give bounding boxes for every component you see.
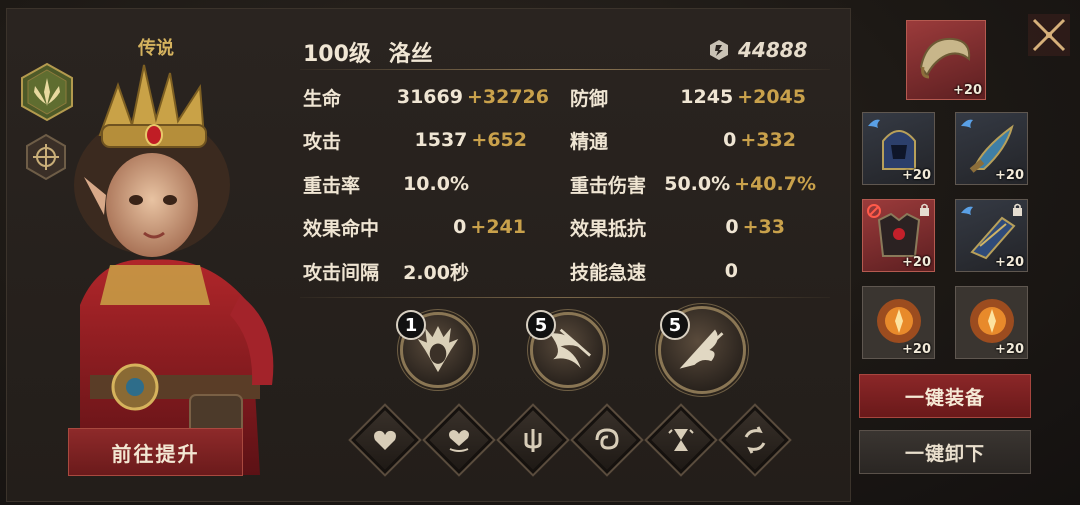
hero-portrait [40, 55, 280, 475]
equip-slot-gem-1[interactable]: +20 [862, 286, 935, 359]
combat-power-value: 44888 [738, 38, 808, 62]
stat-attack: 攻击 1537 +652 [303, 129, 527, 153]
stat-mastery: 精通 0 +332 [570, 129, 796, 153]
swirl-icon [595, 428, 619, 450]
equip-slot-gem-2[interactable]: +20 [955, 286, 1028, 359]
equip-slot-gauntlet[interactable]: +20 [955, 199, 1028, 272]
unequip-all-button[interactable]: 一键卸下 [859, 430, 1031, 474]
skill-2-level: 5 [526, 310, 556, 340]
hero-title: 100级 洛丝 [303, 36, 433, 68]
equip-slot-helmet[interactable]: +20 [862, 112, 935, 185]
close-button[interactable] [1026, 12, 1072, 58]
stat-skill-haste: 技能急速 0 [570, 260, 738, 284]
hourglass-icon [668, 429, 694, 451]
equip-dagger-level: +20 [995, 168, 1024, 183]
hero-detail-screen: 传说 前往提升 100级 洛丝 44888 生命 31669 +32726 防御… [0, 0, 1080, 505]
heart-shield-icon [449, 430, 469, 452]
hero-name: 洛丝 [388, 42, 433, 67]
stat-effect-hit: 效果命中 0 +241 [303, 216, 526, 240]
equip-armor-level: +20 [902, 255, 931, 270]
combat-power: 44888 [708, 36, 808, 64]
equip-helmet-level: +20 [902, 168, 931, 183]
hero-level: 100级 [303, 42, 371, 67]
stat-hp: 生命 31669 +32726 [303, 86, 549, 110]
fire-gem-icon [877, 299, 921, 343]
equip-gem-1-level: +20 [902, 342, 931, 357]
trident-icon [524, 429, 542, 452]
stats-divider [300, 297, 830, 298]
horn-icon [919, 37, 971, 79]
armor-icon [877, 212, 921, 257]
equip-slot-armor[interactable]: +20 [862, 199, 935, 272]
close-icon [1028, 14, 1070, 56]
stat-crit-damage: 重击伤害 50.0% +40.7% [570, 173, 816, 197]
gauntlet-icon [970, 216, 1016, 260]
equip-horn-level: +20 [953, 83, 982, 98]
equip-slot-dagger[interactable]: +20 [955, 112, 1028, 185]
equip-all-button[interactable]: 一键装备 [859, 374, 1031, 418]
stat-defense: 防御 1245 +2045 [570, 86, 806, 110]
upgrade-button[interactable]: 前往提升 [68, 428, 243, 476]
stat-effect-resist: 效果抵抗 0 +33 [570, 216, 785, 240]
helmet-icon [882, 130, 916, 170]
skill-3-level: 5 [660, 310, 690, 340]
fire-gem-icon [970, 299, 1014, 343]
heart-icon [374, 430, 396, 450]
equip-gauntlet-level: +20 [995, 255, 1024, 270]
equip-slot-horn[interactable]: +20 [906, 20, 986, 100]
circular-arrows-icon [744, 426, 766, 454]
header-divider [300, 69, 830, 70]
equip-gem-2-level: +20 [995, 342, 1024, 357]
stat-crit-rate: 重击率 10.0% [303, 173, 469, 197]
stat-attack-interval: 攻击间隔 2.00秒 [303, 261, 469, 284]
dagger-icon [969, 124, 1014, 173]
skill-1-level: 1 [396, 310, 426, 340]
combat-power-icon [710, 40, 728, 60]
